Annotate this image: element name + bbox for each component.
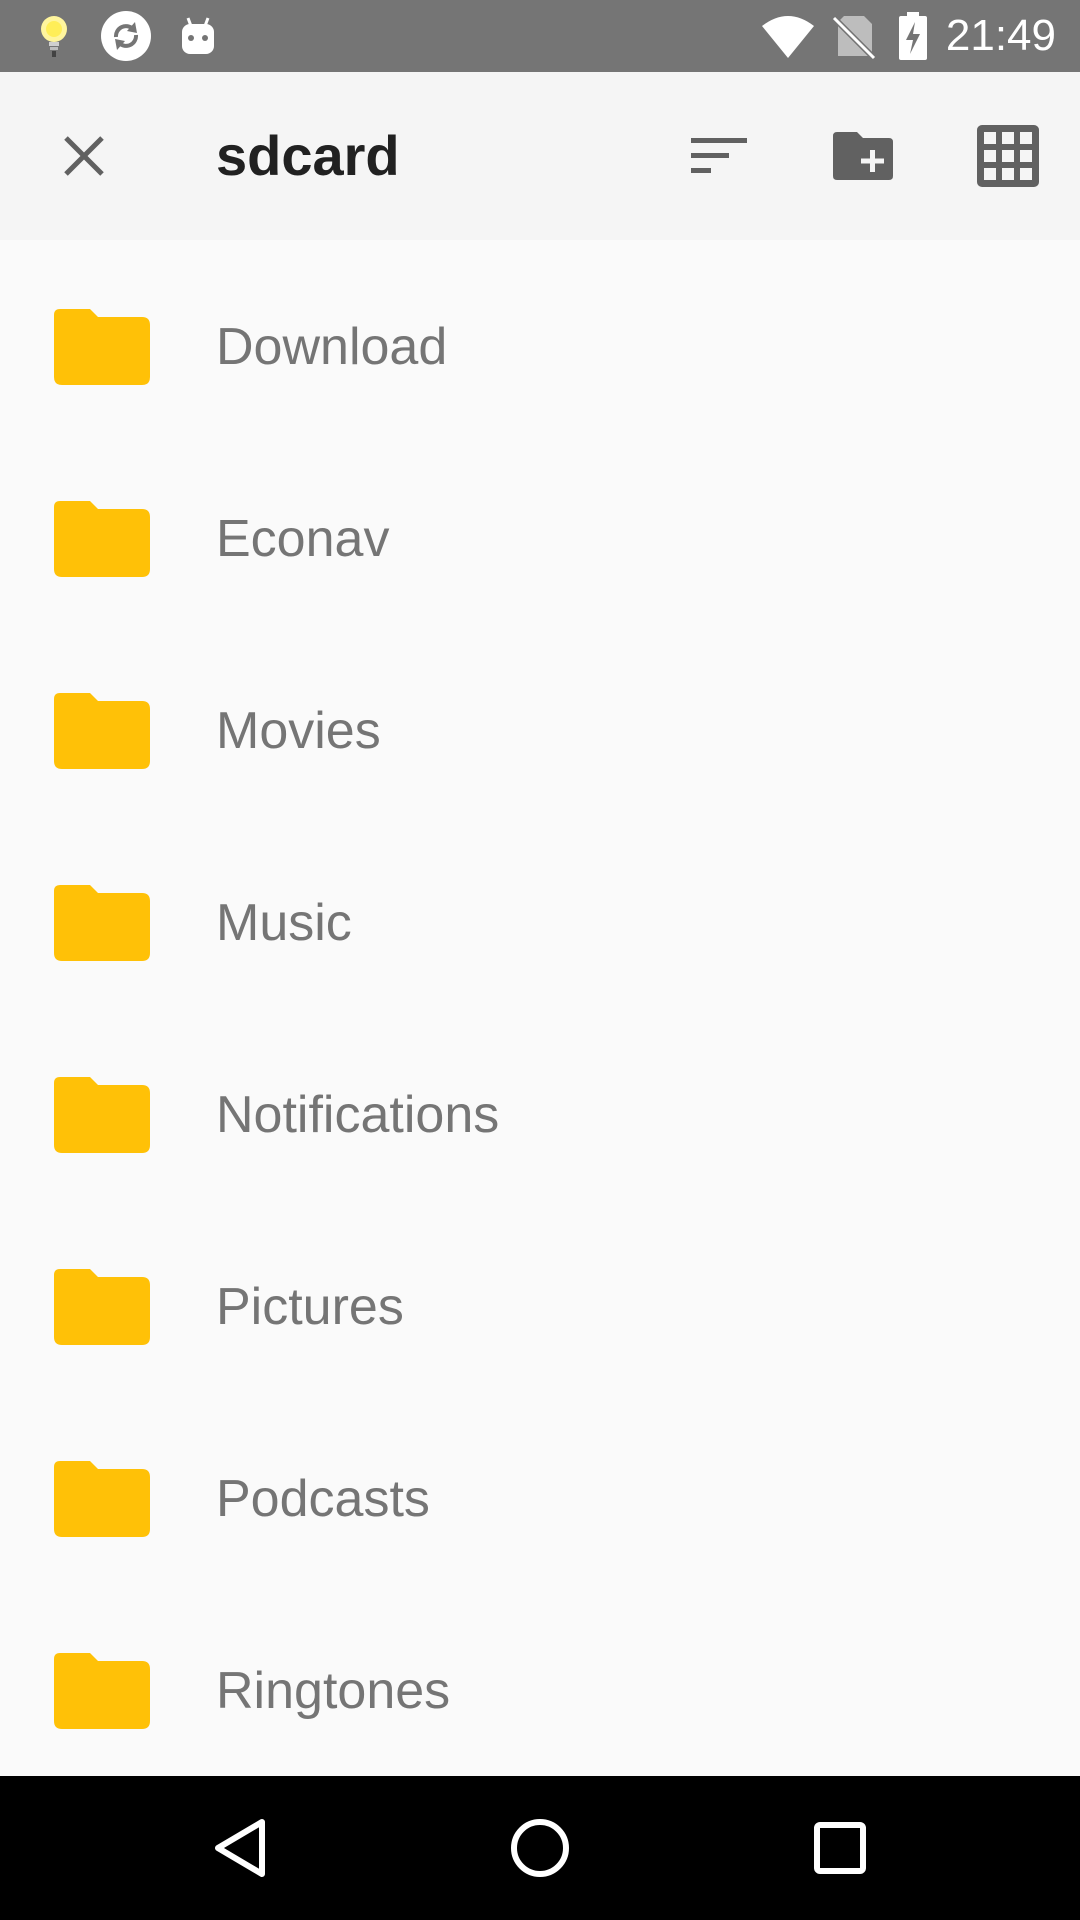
back-button[interactable] [160,1776,320,1920]
list-item-label: Download [216,318,448,376]
list-item[interactable]: Podcasts [0,1403,1080,1595]
list-item[interactable]: Download [0,251,1080,443]
folder-icon [54,1461,150,1537]
recents-icon [814,1822,866,1874]
status-time: 21:49 [945,11,1056,60]
recents-button[interactable] [760,1776,920,1920]
home-icon [511,1819,569,1877]
status-bar: 21:49 [0,0,1080,72]
folder-icon [54,501,150,577]
back-icon [215,1819,265,1877]
list-item-label: Ringtones [216,1662,451,1720]
list-item[interactable]: Movies [0,635,1080,827]
list-item-label: Econav [216,510,390,568]
no-sim-icon [830,0,878,72]
folder-icon [54,693,150,769]
grid-view-button[interactable] [948,72,1068,240]
lightbulb-icon [30,0,78,72]
grid-view-icon [977,125,1039,187]
sync-icon [99,0,153,72]
navigation-bar [0,1776,1080,1920]
folder-icon [54,1269,150,1345]
close-button[interactable] [24,72,144,240]
folder-icon [54,1653,150,1729]
list-item-label: Podcasts [216,1470,430,1528]
list-item-label: Music [216,894,352,952]
wifi-icon [758,0,818,72]
list-item[interactable]: Econav [0,443,1080,635]
android-icon [176,0,220,72]
sort-button[interactable] [660,72,780,240]
list-item[interactable]: Music [0,827,1080,1019]
close-icon [64,136,104,176]
list-item-label: Notifications [216,1086,500,1144]
list-item-label: Pictures [216,1278,404,1336]
folder-icon [54,1077,150,1153]
page-title: sdcard [216,124,400,187]
file-list: Download Econav Movies Music Notificatio… [0,251,1080,1775]
list-item[interactable]: Pictures [0,1211,1080,1403]
list-item[interactable]: Ringtones [0,1595,1080,1775]
home-button[interactable] [460,1776,620,1920]
folder-icon [54,885,150,961]
battery-charging-icon [896,0,930,72]
new-folder-button[interactable] [804,72,924,240]
new-folder-icon [833,132,893,180]
sort-icon [691,138,747,173]
folder-icon [54,309,150,385]
list-item-label: Movies [216,702,381,760]
list-item[interactable]: Notifications [0,1019,1080,1211]
app-bar: sdcard [0,72,1080,240]
